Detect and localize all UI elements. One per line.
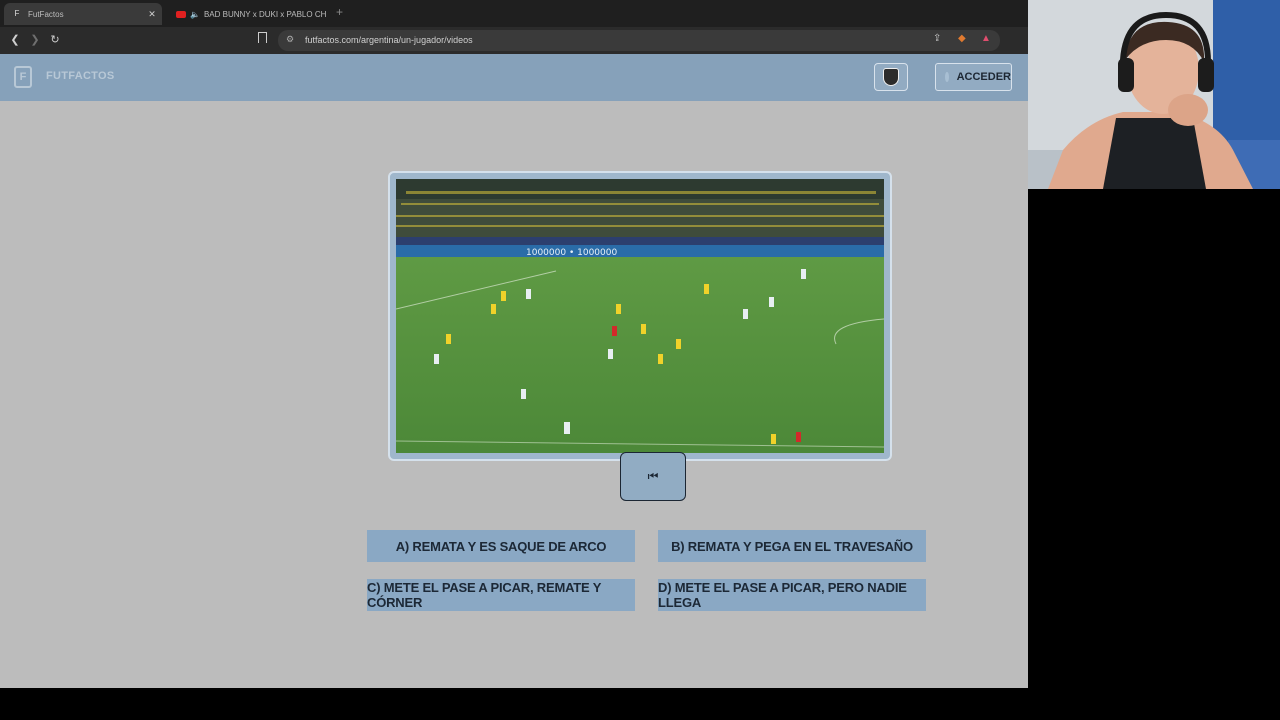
close-icon[interactable]: ✕ [146,9,158,20]
futfactos-logo-icon[interactable]: F [14,66,32,88]
shield-icon [883,68,899,86]
tab-title: BAD BUNNY x DUKI x PABLO CH [203,9,327,19]
rewind-icon: ⏮ [647,469,659,483]
option-a-button[interactable]: A) REMATA Y ES SAQUE DE ARCO [367,530,635,562]
back-arrow-icon[interactable]: ❮ [8,33,22,47]
share-icon[interactable]: ⇪ [933,33,941,44]
site-logo-text[interactable]: FUTFACTOS [46,70,115,82]
brave-shield-icon[interactable]: ◆ [958,33,966,44]
login-button[interactable]: ACCEDER [935,63,1012,91]
tab-title: FutFactos [28,9,64,19]
bookmark-icon[interactable] [258,32,267,43]
option-b-button[interactable]: B) REMATA Y PEGA EN EL TRAVESAÑO [658,530,926,562]
option-c-button[interactable]: C) METE EL PASE A PICAR, REMATE Y CÓRNER [367,579,635,611]
svg-text:1000000 • 1000000: 1000000 • 1000000 [526,248,617,258]
browser-window: F FutFactos ✕ 🔈 BAD BUNNY x DUKI x PABLO… [0,0,1028,688]
youtube-icon [176,10,186,18]
video-frame: 1000000 • 1000000 [388,171,892,461]
rewind-button[interactable]: ⏮ [620,452,686,501]
login-label: ACCEDER [956,71,1011,83]
rewards-icon[interactable]: ▲ [981,33,991,44]
reload-icon[interactable]: ↻ [48,33,62,47]
site-info-icon[interactable]: ⚙ [286,34,294,45]
option-d-button[interactable]: D) METE EL PASE A PICAR, PERO NADIE LLEG… [658,579,926,611]
forward-arrow-icon[interactable]: ❯ [28,33,42,47]
tab-futfactos[interactable]: F FutFactos ✕ [4,3,162,25]
match-video[interactable]: 1000000 • 1000000 [396,179,884,453]
tab-youtube[interactable]: 🔈 BAD BUNNY x DUKI x PABLO CH [170,3,330,25]
url-text: futfactos.com/argentina/un-jugador/video… [305,35,473,45]
address-bar[interactable]: ⚙ futfactos.com/argentina/un-jugador/vid… [278,30,1000,51]
tab-bar: F FutFactos ✕ 🔈 BAD BUNNY x DUKI x PABLO… [0,0,1028,27]
futfactos-favicon-icon: F [14,9,20,18]
team-badge-button[interactable] [874,63,908,91]
new-tab-icon[interactable]: + [336,5,343,19]
match-video-frame: 1000000 • 1000000 [396,179,884,453]
user-icon [945,72,949,82]
streamer-webcam-image [1028,0,1280,189]
browser-toolbar: ❮ ❯ ↻ ⚙ futfactos.com/argentina/un-jugad… [0,27,1028,54]
webcam-overlay [1028,0,1280,189]
speaker-icon[interactable]: 🔈 [190,10,200,19]
